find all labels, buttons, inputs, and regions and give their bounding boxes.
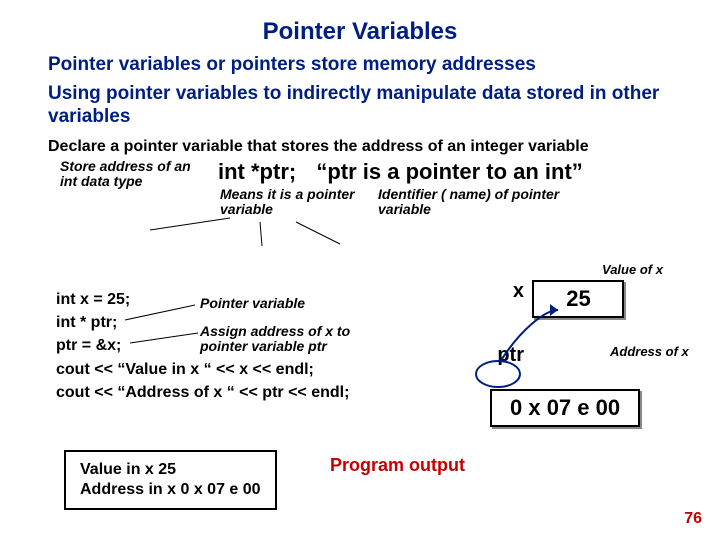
x-value-box: 25 [532,280,624,318]
lead-text-1: Pointer variables or pointers store memo… [48,54,672,77]
x-value-annotation: Value of x [602,262,663,277]
output-line-2: Address in x 0 x 07 e 00 [80,480,261,500]
subheading: Declare a pointer variable that stores t… [48,138,672,156]
declaration-code: int *ptr; [218,159,296,184]
ptr-label: ptr [490,344,524,367]
slide: Pointer Variables Pointer variables or p… [0,0,720,540]
declaration-row: Store address of an int data type int *p… [48,159,672,189]
annotation-left: Store address of an int data type [60,159,200,190]
page-number: 76 [684,510,702,528]
memory-boxes: x 25 Value of x ptr Address of x 0 x 07 … [490,280,720,427]
declaration-quote: “ptr is a pointer to an int” [316,159,582,184]
slide-title: Pointer Variables [48,18,672,46]
annotation-right: Identifier ( name) of pointer variable [378,187,578,218]
x-label: x [490,280,524,303]
ptr-address-annotation: Address of x [610,344,689,359]
annotation-assign: Assign address of x to pointer variable … [200,324,400,355]
annotation-pointer-variable: Pointer variable [200,296,400,311]
annotation-middle: Means it is a pointer variable [220,187,370,218]
output-box: Value in x 25 Address in x 0 x 07 e 00 [64,450,277,510]
code-line-5: cout << “Address of x “ << ptr << endl; [56,381,349,404]
program-output-label: Program output [330,455,465,476]
lead-text-2: Using pointer variables to indirectly ma… [48,83,672,129]
declaration: int *ptr; “ptr is a pointer to an int” [218,159,583,185]
output-line-1: Value in x 25 [80,460,261,480]
ptr-value-box: 0 x 07 e 00 [490,389,640,427]
code-line-4: cout << “Value in x “ << x << endl; [56,358,349,381]
